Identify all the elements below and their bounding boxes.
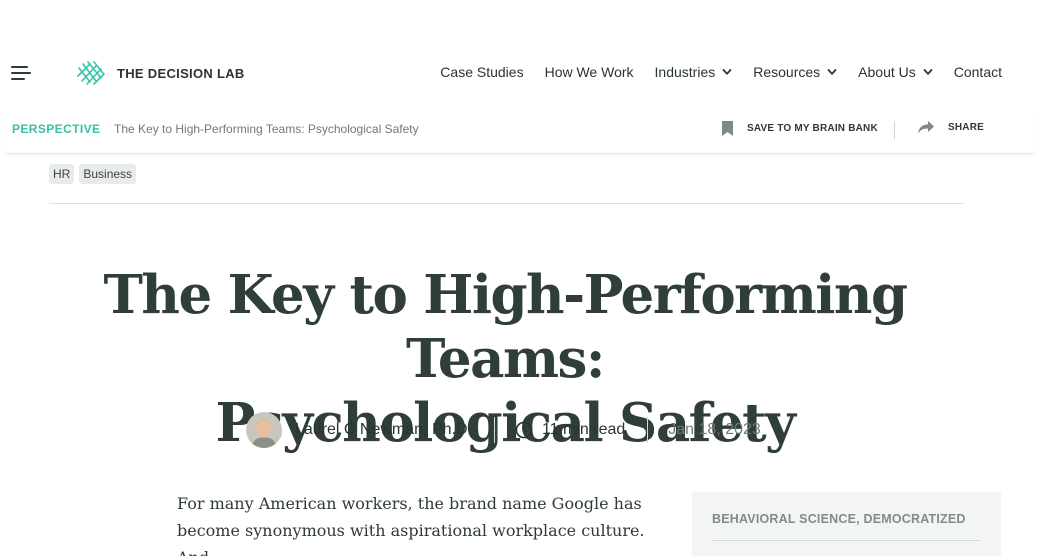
nav-industries[interactable]: Industries <box>655 64 733 80</box>
byline-divider <box>493 417 495 443</box>
article-tags: HR Business <box>49 164 141 184</box>
top-navigation: THE DECISION LAB Case Studies How We Wor… <box>0 50 1058 98</box>
share-button[interactable]: SHARE <box>917 120 984 135</box>
nav-contact[interactable]: Contact <box>954 64 1002 80</box>
save-label: SAVE TO MY BRAIN BANK <box>747 123 878 134</box>
nav-label: Resources <box>753 64 821 80</box>
share-arrow-icon <box>918 121 934 134</box>
author-photo <box>246 412 282 448</box>
primary-nav: Case Studies How We Work Industries Reso… <box>419 64 1002 80</box>
hamburger-icon-line <box>11 72 31 74</box>
chevron-down-icon <box>923 69 933 75</box>
article-body-intro: For many American workers, the brand nam… <box>177 490 667 556</box>
perspective-article-title: The Key to High-Performing Teams: Psycho… <box>114 122 419 136</box>
logo-text: THE DECISION LAB <box>117 65 245 81</box>
nav-label: How We Work <box>544 64 634 80</box>
save-to-brain-bank-button[interactable]: SAVE TO MY BRAIN BANK <box>721 120 878 137</box>
perspective-bar: PERSPECTIVE The Key to High-Performing T… <box>5 108 1035 154</box>
author-name-link[interactable]: Laurel C Newman, Ph.D. <box>295 421 472 439</box>
bookmark-icon <box>722 121 733 136</box>
chevron-down-icon <box>827 69 837 75</box>
nav-how-we-work[interactable]: How We Work <box>545 64 634 80</box>
logo-link[interactable]: THE DECISION LAB <box>76 60 245 86</box>
perspective-label: PERSPECTIVE <box>12 122 101 136</box>
hamburger-menu-button[interactable] <box>11 65 31 81</box>
read-time: 11 min read <box>515 421 625 439</box>
article-page: THE DECISION LAB Case Studies How We Wor… <box>0 0 1058 556</box>
bar-divider <box>894 121 895 139</box>
body-line-1: For many American workers, the brand nam… <box>177 494 642 513</box>
hamburger-icon <box>11 66 28 68</box>
share-label: SHARE <box>948 122 985 133</box>
tag-business[interactable]: Business <box>79 164 137 184</box>
article-byline: Laurel C Newman, Ph.D. 11 min read Jan 1… <box>246 412 761 448</box>
headline-line-1: The Key to High-Performing Teams: <box>103 264 908 390</box>
byline-divider <box>647 417 649 443</box>
nav-label: About Us <box>858 64 916 80</box>
clock-icon <box>515 421 533 439</box>
read-time-text: 11 min read <box>541 421 626 438</box>
tags-divider <box>49 203 963 204</box>
chevron-down-icon <box>722 69 732 75</box>
author-avatar[interactable] <box>246 412 282 448</box>
sidebar-heading: BEHAVIORAL SCIENCE, DEMOCRATIZED <box>712 512 966 526</box>
nav-resources[interactable]: Resources <box>753 64 837 80</box>
nav-label: Contact <box>953 64 1002 80</box>
nav-label: Industries <box>654 64 716 80</box>
body-line-2: become synonymous with aspirational work… <box>177 521 645 556</box>
sidebar-card: BEHAVIORAL SCIENCE, DEMOCRATIZED <box>692 492 1001 556</box>
tag-hr[interactable]: HR <box>49 164 75 184</box>
publish-date: Jan 18, 2023 <box>668 421 761 438</box>
hamburger-icon-line <box>11 78 25 80</box>
decision-lab-logo-icon <box>77 61 105 85</box>
nav-about-us[interactable]: About Us <box>858 64 933 80</box>
nav-case-studies[interactable]: Case Studies <box>440 64 523 80</box>
nav-label: Case Studies <box>440 64 524 80</box>
sidebar-divider <box>712 540 981 541</box>
